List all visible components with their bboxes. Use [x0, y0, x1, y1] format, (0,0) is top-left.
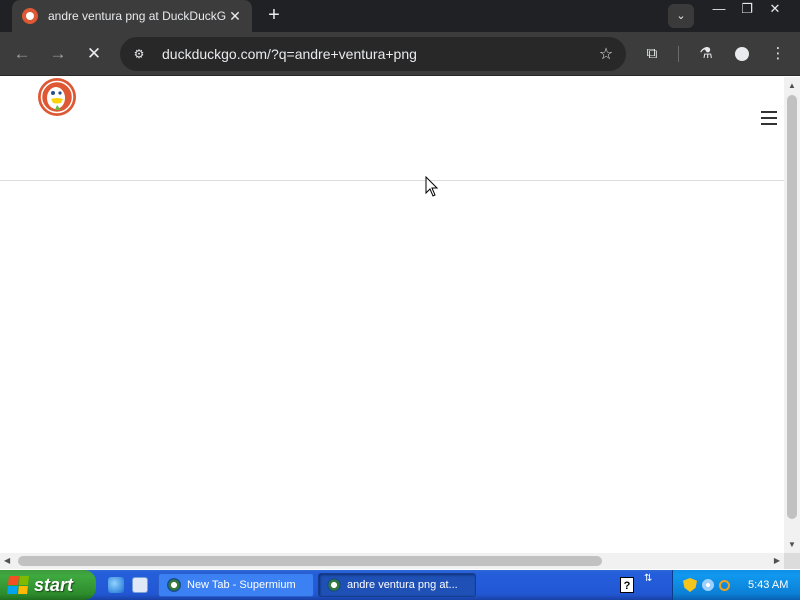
new-tab-button[interactable]: +: [262, 4, 286, 28]
scroll-up-icon[interactable]: ▲: [788, 81, 796, 90]
browser-tab-active[interactable]: andre ventura png at DuckDuckGo ✕: [12, 0, 252, 32]
vertical-scrollbar[interactable]: ▲ ▼: [784, 77, 800, 553]
close-window-button[interactable]: ✕: [760, 0, 790, 20]
url-text[interactable]: duckduckgo.com/?q=andre+ventura+png: [162, 46, 596, 62]
back-button[interactable]: ←: [8, 40, 36, 68]
hamburger-menu-icon[interactable]: [761, 111, 777, 125]
tab-title: andre ventura png at DuckDuckGo: [48, 9, 226, 23]
forward-button[interactable]: →: [44, 40, 72, 68]
clock[interactable]: 5:43 AM: [748, 579, 788, 591]
system-tray: 5:43 AM: [672, 570, 800, 600]
language-bar-icon[interactable]: ⇅: [644, 574, 652, 584]
stop-loading-button[interactable]: ✕: [80, 40, 108, 68]
taskbar-item-new-tab[interactable]: New Tab - Supermium: [158, 573, 314, 597]
security-shield-icon[interactable]: [683, 578, 697, 592]
minimize-button[interactable]: —: [704, 0, 734, 20]
duckduckgo-logo[interactable]: [37, 77, 77, 117]
scroll-left-icon[interactable]: ◀: [4, 556, 10, 565]
taskbar: start New Tab - Supermium andre ventura …: [0, 570, 800, 600]
browser-menu-icon[interactable]: ⋮: [764, 40, 792, 68]
browser-toolbar: ← → ✕ ⚙ duckduckgo.com/?q=andre+ventura+…: [0, 32, 800, 76]
mouse-cursor-icon: [425, 176, 439, 197]
windows-flag-icon: [7, 576, 29, 594]
screen: andre ventura png at DuckDuckGo ✕ + ⌄ — …: [0, 0, 800, 600]
search-tray-icon[interactable]: [719, 579, 730, 591]
maximize-button[interactable]: ❐: [732, 0, 762, 20]
horizontal-scroll-thumb[interactable]: [18, 556, 602, 566]
address-bar[interactable]: ⚙ duckduckgo.com/?q=andre+ventura+png ☆: [120, 37, 626, 71]
scroll-right-icon[interactable]: ▶: [774, 556, 780, 565]
profile-icon[interactable]: [728, 40, 756, 68]
tab-search-button[interactable]: ⌄: [668, 4, 694, 28]
page-viewport: [0, 77, 784, 553]
site-info-icon[interactable]: ⚙: [130, 47, 148, 61]
start-label: start: [34, 574, 74, 595]
vertical-scroll-thumb[interactable]: [787, 95, 797, 519]
taskbar-item-label: andre ventura png at...: [347, 579, 458, 591]
tab-strip: andre ventura png at DuckDuckGo ✕ + ⌄ — …: [0, 0, 800, 32]
show-desktop-icon[interactable]: [132, 577, 148, 593]
network-icon[interactable]: [701, 578, 715, 592]
horizontal-scrollbar[interactable]: ◀ ▶: [0, 553, 784, 569]
scrollbar-corner: [784, 553, 800, 569]
tab-close-icon[interactable]: ✕: [226, 8, 244, 25]
help-icon[interactable]: ?: [620, 577, 634, 593]
internet-explorer-icon[interactable]: [108, 577, 124, 593]
supermium-icon: [167, 578, 181, 592]
extensions-icon[interactable]: ⧉: [638, 40, 666, 68]
duckduckgo-favicon-icon: [22, 8, 38, 24]
bookmark-star-icon[interactable]: ☆: [596, 44, 616, 64]
taskbar-item-label: New Tab - Supermium: [187, 579, 296, 591]
toolbar-separator: [678, 46, 679, 62]
scroll-down-icon[interactable]: ▼: [788, 540, 796, 549]
header-divider: [0, 180, 784, 181]
start-button[interactable]: start: [0, 570, 96, 600]
labs-flask-icon[interactable]: ⚗: [692, 40, 720, 68]
avatar: [735, 47, 749, 62]
taskbar-item-duckduckgo[interactable]: andre ventura png at...: [318, 573, 476, 597]
supermium-icon: [327, 578, 341, 592]
